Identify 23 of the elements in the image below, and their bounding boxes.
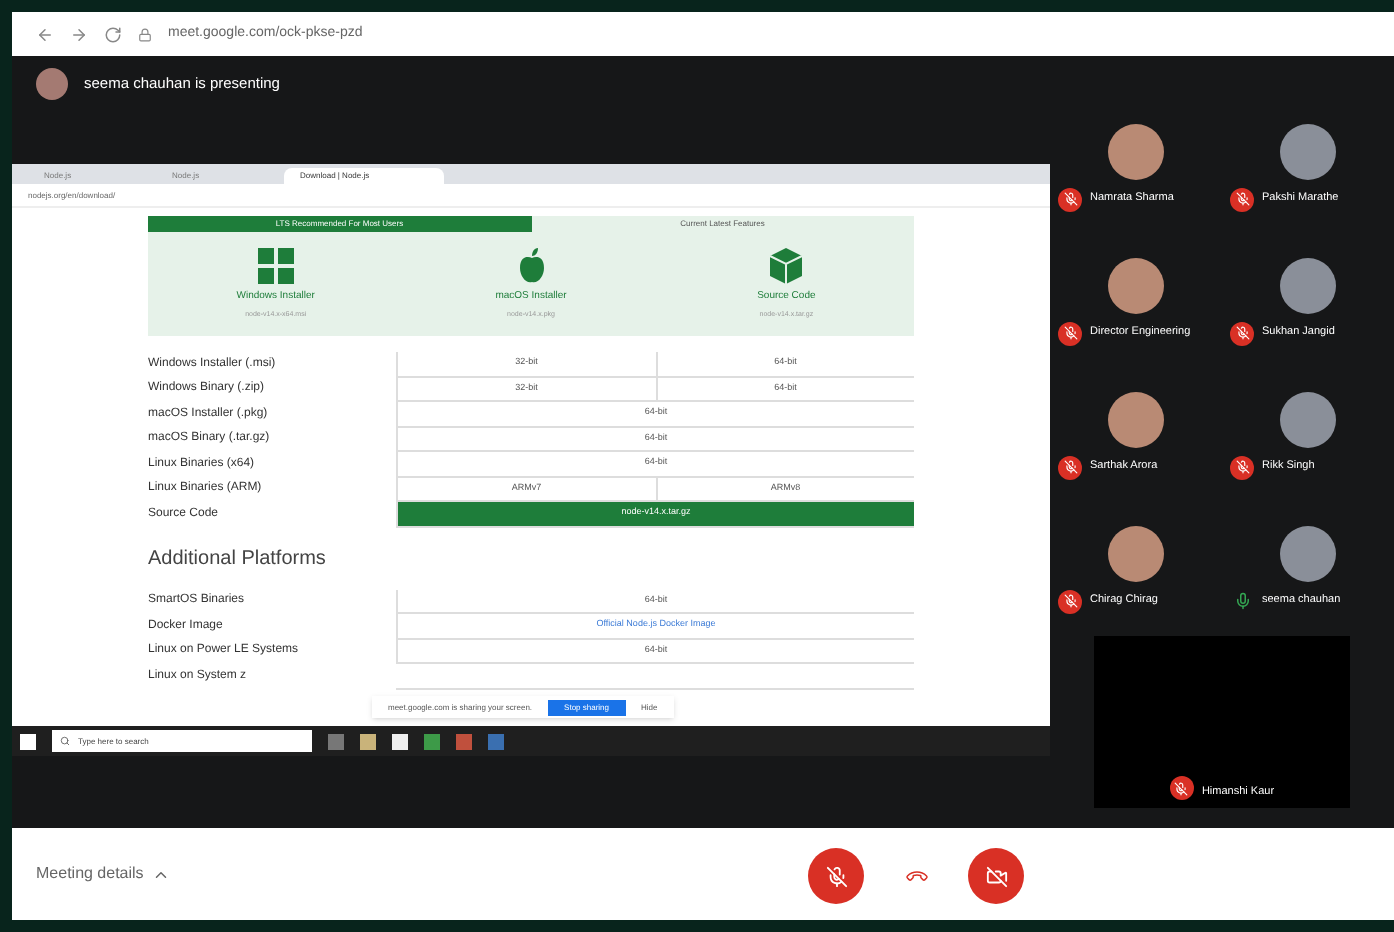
- search-icon: [60, 736, 70, 746]
- camera-off-icon: [985, 865, 1007, 887]
- avatar: [1108, 123, 1164, 179]
- apple-icon: [515, 247, 547, 284]
- avatar: [1108, 257, 1164, 313]
- camera-button[interactable]: [968, 848, 1024, 904]
- microphone-button[interactable]: [808, 848, 864, 904]
- meeting-details-link[interactable]: Meeting details: [36, 862, 144, 886]
- reload-icon[interactable]: [104, 25, 122, 43]
- cube-icon: [768, 247, 805, 284]
- mic-off-icon: [825, 865, 847, 887]
- avatar: [1280, 391, 1336, 447]
- avatar: [1280, 123, 1336, 179]
- forward-icon[interactable]: [70, 25, 88, 43]
- avatar: [1108, 525, 1164, 581]
- windows-icon: [257, 247, 294, 284]
- back-icon[interactable]: [36, 25, 54, 43]
- presenter-avatar: [36, 68, 68, 100]
- avatar: [1280, 525, 1336, 581]
- avatar: [1280, 257, 1336, 313]
- avatar: [1108, 391, 1164, 447]
- lock-icon: [138, 27, 152, 41]
- section-title: Additional Platforms: [148, 545, 328, 573]
